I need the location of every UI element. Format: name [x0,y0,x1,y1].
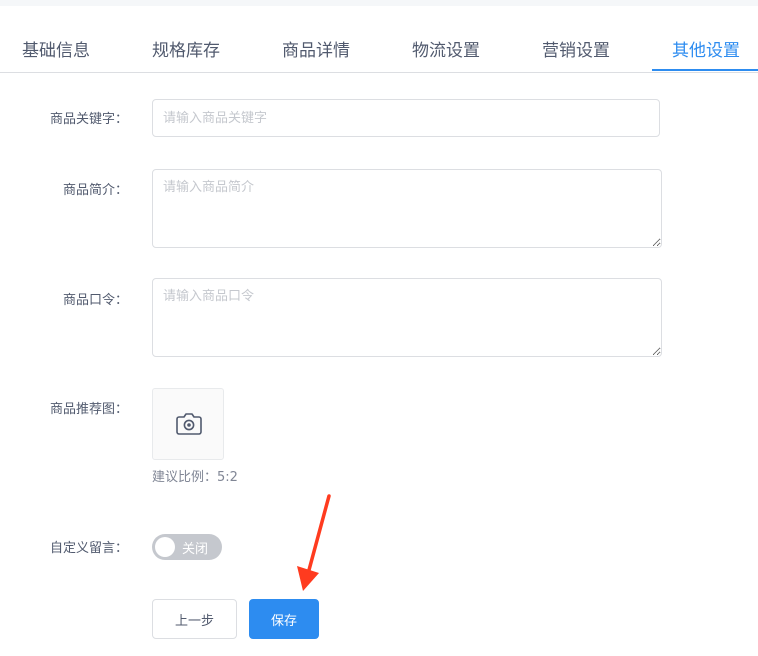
intro-textarea[interactable] [152,169,662,248]
tab-spec-stock[interactable]: 规格库存 [152,36,220,61]
tab-bar: 基础信息 规格库存 商品详情 物流设置 营销设置 其他设置 [0,28,758,73]
custom-message-label: 自定义留言： [49,541,128,556]
camera-icon [176,413,202,435]
tab-other-settings[interactable]: 其他设置 [672,36,740,61]
image-ratio-hint: 建议比例：5:2 [152,470,238,485]
intro-label: 商品简介： [62,183,128,198]
tab-basic-info[interactable]: 基础信息 [22,36,90,61]
custom-message-switch[interactable]: 关闭 [152,534,222,560]
keyword-input[interactable] [152,99,660,137]
top-strip [0,0,758,6]
keyword-label: 商品关键字： [49,112,128,127]
tab-logistics[interactable]: 物流设置 [412,36,480,61]
image-upload-box[interactable] [152,388,224,460]
password-label: 商品口令： [62,293,128,308]
active-tab-indicator [652,69,758,71]
recommend-image-label: 商品推荐图： [49,402,128,417]
previous-step-button[interactable]: 上一步 [152,599,237,639]
password-textarea[interactable] [152,278,662,357]
tab-marketing[interactable]: 营销设置 [542,36,610,61]
tab-product-detail[interactable]: 商品详情 [282,36,350,61]
save-button[interactable]: 保存 [249,599,319,639]
product-edit-page: 基础信息 规格库存 商品详情 物流设置 营销设置 其他设置 商品关键字： 商品简… [0,0,758,656]
switch-knob [155,537,175,557]
switch-state-text: 关闭 [182,542,209,557]
